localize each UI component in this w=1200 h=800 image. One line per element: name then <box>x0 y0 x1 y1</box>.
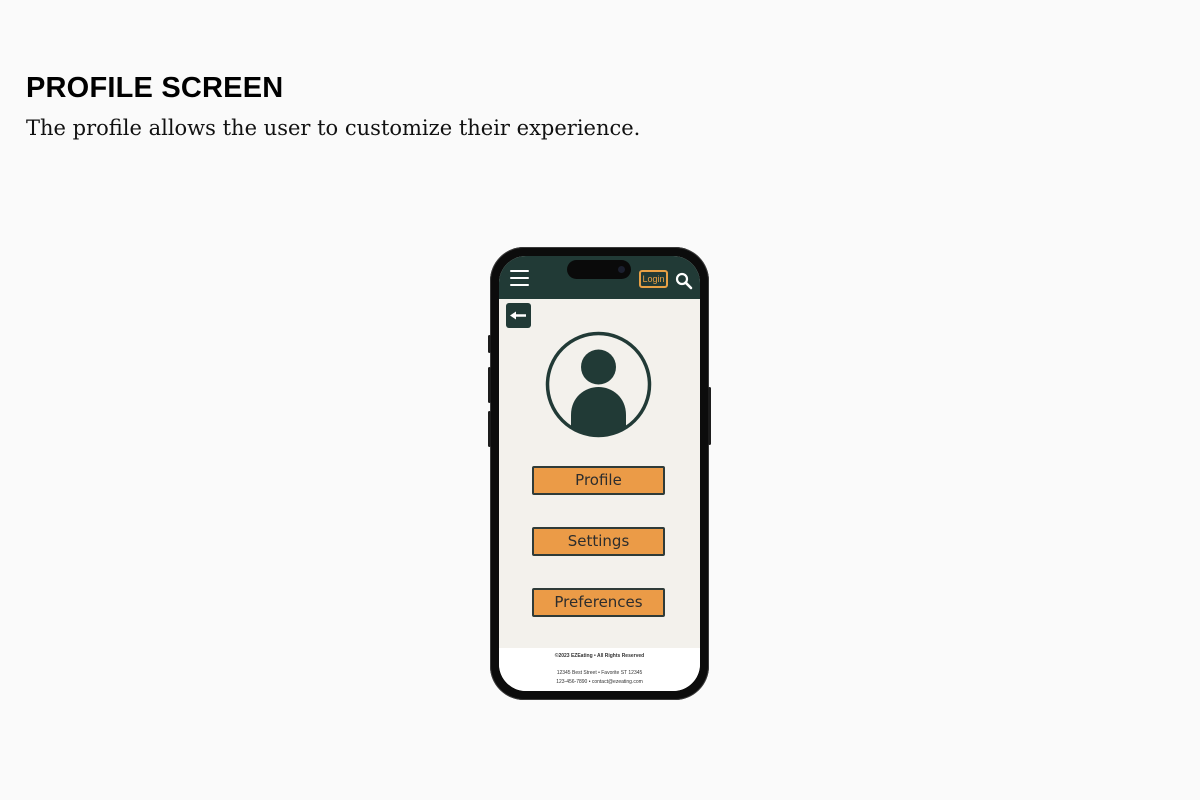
profile-button[interactable]: Profile <box>532 466 665 495</box>
footer-copyright: ©2023 EZEating • All Rights Reserved <box>554 653 645 659</box>
phone-power-button <box>708 387 711 445</box>
back-button[interactable] <box>506 303 531 328</box>
front-camera <box>618 266 625 273</box>
phone-volume-up-button <box>488 367 491 403</box>
phone-screen: Login Profile Settings Preferences ©2023… <box>499 256 700 691</box>
search-icon[interactable] <box>675 272 693 290</box>
phone-mockup: Login Profile Settings Preferences ©2023… <box>488 247 711 700</box>
dynamic-island <box>567 260 631 279</box>
page-title: PROFILE SCREEN <box>26 72 284 104</box>
preferences-button[interactable]: Preferences <box>532 588 665 617</box>
user-avatar-icon <box>545 331 652 438</box>
page-description: The profile allows the user to customize… <box>26 116 641 140</box>
app-top-bar: Login <box>499 256 700 299</box>
arrow-left-icon <box>510 311 526 320</box>
hamburger-menu-icon[interactable] <box>510 270 529 287</box>
settings-button[interactable]: Settings <box>532 527 665 556</box>
phone-mute-switch <box>488 335 491 353</box>
app-footer: ©2023 EZEating • All Rights Reserved 123… <box>499 648 700 691</box>
footer-address: 12345 Best Street • Favorite ST 12345 <box>556 670 643 676</box>
phone-volume-down-button <box>488 411 491 447</box>
footer-contact: 123-456-7890 • contact@ezeating.com <box>556 679 643 685</box>
login-button[interactable]: Login <box>639 270 668 288</box>
